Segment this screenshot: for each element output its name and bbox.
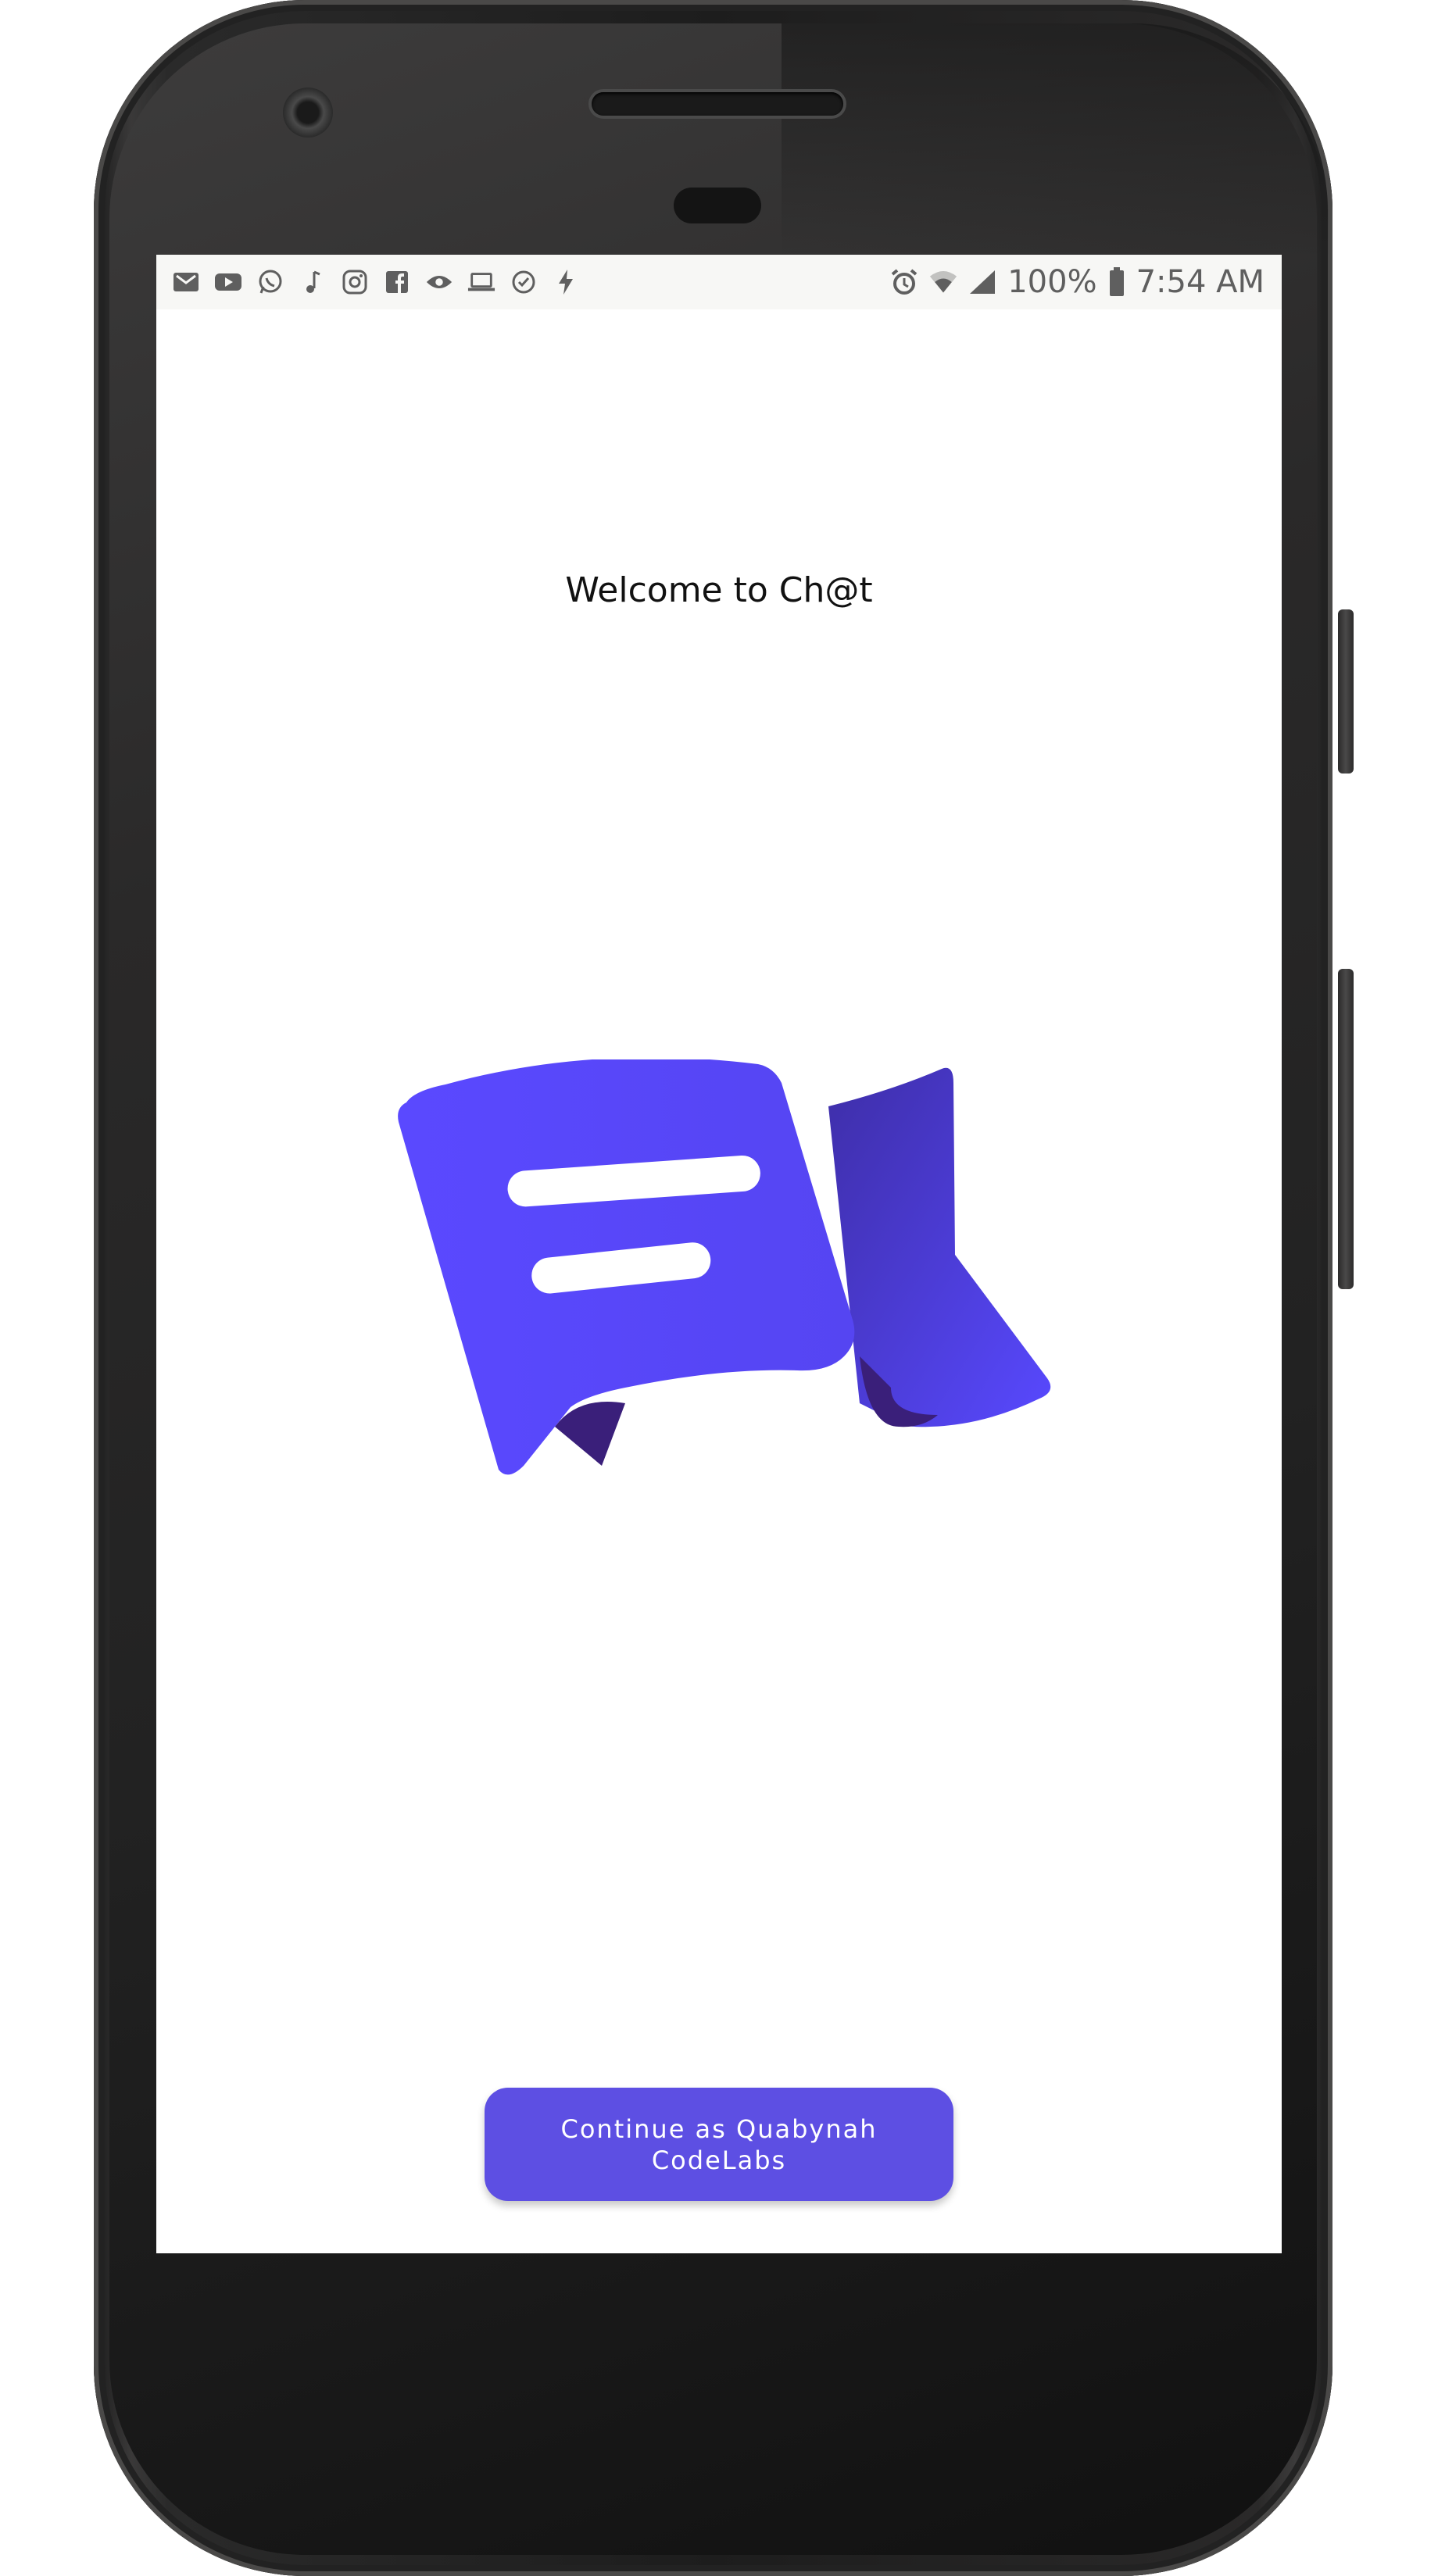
chat-flag-logo-icon: [391, 1057, 1063, 1528]
music-note-icon: [299, 268, 327, 296]
instagram-icon: [341, 268, 369, 296]
facebook-icon: [383, 268, 411, 296]
status-time: 7:54 AM: [1136, 264, 1265, 300]
proximity-sensor: [674, 188, 761, 223]
status-bar: 100% 7:54 AM: [156, 255, 1282, 309]
youtube-icon: [214, 268, 242, 296]
whatsapp-icon: [256, 268, 284, 296]
welcome-title: Welcome to Ch@t: [565, 570, 873, 610]
continue-button[interactable]: Continue as Quabynah CodeLabs: [485, 2088, 953, 2201]
power-button[interactable]: [1338, 609, 1354, 774]
eye-icon: [425, 268, 453, 296]
gmail-icon: [172, 268, 200, 296]
volume-button[interactable]: [1338, 969, 1354, 1289]
earpiece-speaker: [592, 92, 843, 116]
laptop-icon: [467, 268, 495, 296]
wifi-icon: [929, 268, 957, 296]
check-circle-icon: [510, 268, 538, 296]
signal-icon: [968, 268, 996, 296]
front-camera: [283, 88, 333, 138]
alarm-icon: [890, 268, 918, 296]
phone-screen: 100% 7:54 AM Welcome to Ch@t Continue as…: [156, 255, 1282, 2253]
screenshot-canvas: 100% 7:54 AM Welcome to Ch@t Continue as…: [0, 0, 1438, 2576]
battery-percentage: 100%: [1007, 264, 1097, 300]
notification-icons: [172, 266, 580, 298]
continue-button-label: Continue as Quabynah CodeLabs: [560, 2113, 878, 2175]
lightning-icon: [552, 268, 580, 296]
status-right-group: 100% 7:54 AM: [890, 263, 1265, 302]
battery-icon: [1108, 267, 1125, 296]
